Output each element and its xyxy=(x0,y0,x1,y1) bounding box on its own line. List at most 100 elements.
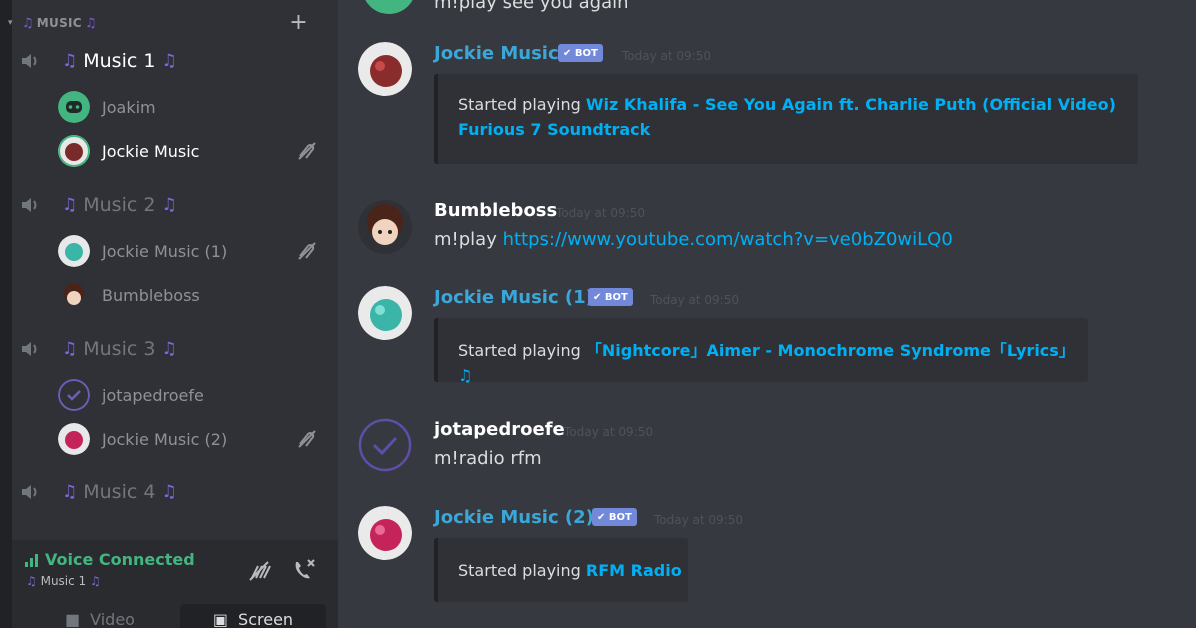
embed-prefix: Started playing xyxy=(458,95,581,114)
message-text: m!play see you again xyxy=(434,0,629,13)
music-note-icon: ♫ xyxy=(62,51,78,71)
voice-user-name: Jockie Music (2) xyxy=(102,429,228,449)
speaker-icon xyxy=(22,485,37,499)
channel-name: Music 4 xyxy=(83,481,156,503)
avatar[interactable] xyxy=(358,42,412,96)
video-button[interactable]: ■ Video xyxy=(30,604,170,628)
avatar xyxy=(58,91,90,123)
music-note-icon: ♫ xyxy=(161,339,177,359)
timestamp: Today at 09:50 xyxy=(654,513,743,527)
avatar xyxy=(362,0,416,14)
screen-button-label: Screen xyxy=(238,609,294,628)
message-link[interactable]: https://www.youtube.com/watch?v=ve0bZ0wi… xyxy=(503,229,953,250)
speaker-icon xyxy=(22,54,37,68)
embed-text: Started playing 「Nightcore」Aimer - Monoc… xyxy=(458,338,1088,388)
voice-user-joakim[interactable]: Joakim xyxy=(58,90,320,124)
voice-status-text: Voice Connected xyxy=(45,550,195,569)
voice-user-name: Jockie Music (1) xyxy=(102,241,228,261)
embed-prefix: Started playing xyxy=(458,561,581,580)
voice-channel-music-1[interactable]: ♫ Music 1 ♫ xyxy=(20,46,310,76)
voice-user-jockie-music-2[interactable]: Jockie Music (2) xyxy=(58,422,320,456)
voice-user-bumbleboss[interactable]: Bumbleboss xyxy=(58,278,320,312)
mute-icon xyxy=(298,142,316,160)
message-command: m!play xyxy=(434,229,497,250)
avatar[interactable] xyxy=(358,200,412,254)
voice-channel-music-2[interactable]: ♫ Music 2 ♫ xyxy=(20,190,310,220)
voice-status[interactable]: Voice Connected xyxy=(24,550,195,569)
channel-name: Music 2 xyxy=(83,194,156,216)
channel-name: Music 1 xyxy=(83,50,156,72)
voice-user-jockie-music-1[interactable]: Jockie Music (1) xyxy=(58,234,320,268)
music-note-icon: ♫ xyxy=(161,482,177,502)
avatar[interactable] xyxy=(358,506,412,560)
noise-icon[interactable] xyxy=(246,558,274,586)
channel-name: Music 3 xyxy=(83,338,156,360)
avatar xyxy=(58,279,90,311)
voice-channel-text: Music 1 xyxy=(40,574,87,588)
avatar[interactable] xyxy=(358,418,412,472)
chat-area: m!play see you again Jockie Music ✔ BOT … xyxy=(338,0,1196,628)
voice-user-jockie-music[interactable]: Jockie Music xyxy=(58,134,320,168)
message-author[interactable]: Jockie Music xyxy=(434,43,559,64)
timestamp: Today at 09:50 xyxy=(650,293,739,307)
video-icon: ■ xyxy=(65,609,81,628)
voice-user-name: Bumbleboss xyxy=(102,285,200,305)
speaker-icon xyxy=(22,198,37,212)
mute-icon xyxy=(298,242,316,260)
bot-badge: ✔ BOT xyxy=(588,288,633,306)
avatar xyxy=(58,423,90,455)
message-text: m!radio rfm xyxy=(434,448,542,469)
voice-channel-music-3[interactable]: ♫ Music 3 ♫ xyxy=(20,334,310,364)
music-note-icon: ♫ xyxy=(90,574,101,588)
voice-user-name: Joakim xyxy=(102,97,156,117)
screen-icon: ▣ xyxy=(212,609,229,628)
message-author[interactable]: Bumbleboss xyxy=(434,200,557,221)
video-button-label: Video xyxy=(90,609,135,628)
embed-text: Started playing Wiz Khalifa - See You Ag… xyxy=(458,92,1116,142)
chevron-down-icon: ▾ xyxy=(8,18,13,28)
voice-channel-label[interactable]: ♫ Music 1 ♫ xyxy=(26,574,101,588)
message-author[interactable]: Jockie Music (1) xyxy=(434,287,594,308)
timestamp: Today at 09:50 xyxy=(556,206,645,220)
voice-user-jotapedroefe[interactable]: jotapedroefe xyxy=(58,378,320,412)
embed-prefix: Started playing xyxy=(458,341,581,360)
avatar[interactable] xyxy=(358,286,412,340)
category-header[interactable]: ▾ ♫ MUSIC ♫ + xyxy=(8,10,308,35)
message-text: m!play https://www.youtube.com/watch?v=v… xyxy=(434,229,953,250)
embed-link[interactable]: RFM Radio xyxy=(586,561,682,580)
embed-text: Started playing RFM Radio xyxy=(458,558,682,583)
message-embed: Started playing Wiz Khalifa - See You Ag… xyxy=(434,74,1138,164)
timestamp: Today at 09:50 xyxy=(564,425,653,439)
music-note-icon: ♫ xyxy=(84,15,97,31)
avatar xyxy=(58,379,90,411)
voice-user-name: Jockie Music xyxy=(102,141,200,161)
message-author[interactable]: jotapedroefe xyxy=(434,419,565,440)
embed-link[interactable]: Wiz Khalifa - See You Again ft. Charlie … xyxy=(586,95,1116,114)
embed-link[interactable]: Furious 7 Soundtrack xyxy=(458,120,650,139)
music-note-icon: ♫ xyxy=(26,574,37,588)
music-note-icon: ♫ xyxy=(21,15,34,31)
message-author[interactable]: Jockie Music (2) xyxy=(434,507,594,528)
music-note-icon: ♫ xyxy=(161,51,177,71)
plus-icon[interactable]: + xyxy=(289,10,308,35)
bot-badge: ✔ BOT xyxy=(558,44,603,62)
screen-button[interactable]: ▣ Screen xyxy=(180,604,326,628)
music-note-icon: ♫ xyxy=(62,482,78,502)
music-note-icon: ♫ xyxy=(161,195,177,215)
disconnect-icon[interactable] xyxy=(290,556,318,584)
timestamp: Today at 09:50 xyxy=(622,49,711,63)
message-embed: Started playing 「Nightcore」Aimer - Monoc… xyxy=(434,318,1088,385)
bot-badge: ✔ BOT xyxy=(592,508,637,526)
speaker-icon xyxy=(22,342,37,356)
music-note-icon: ♫ xyxy=(62,195,78,215)
music-note-icon: ♫ xyxy=(62,339,78,359)
category-label: MUSIC xyxy=(36,16,82,30)
avatar xyxy=(58,235,90,267)
mute-icon xyxy=(298,430,316,448)
voice-channel-music-4[interactable]: ♫ Music 4 ♫ xyxy=(20,477,310,507)
message-embed: Started playing RFM Radio xyxy=(434,538,688,602)
signal-icon xyxy=(25,553,38,567)
server-list-edge xyxy=(0,0,12,628)
voice-user-name: jotapedroefe xyxy=(102,385,204,405)
avatar xyxy=(58,135,90,167)
